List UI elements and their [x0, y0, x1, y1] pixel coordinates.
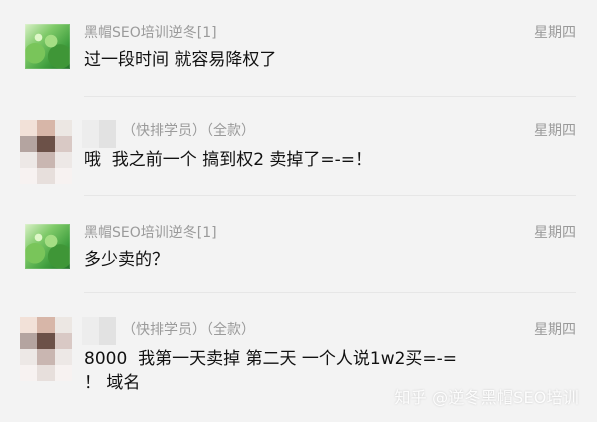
obscured-username[interactable] — [82, 317, 116, 345]
message-time: 星期四 — [534, 322, 576, 338]
message-text: 哦 我之前一个 搞到权2 卖掉了=-=！ — [84, 150, 373, 170]
pixelated-avatar[interactable] — [20, 120, 72, 184]
message-item: 黑帽SEO培训逆冬[1] 星期四 多少卖的？ — [0, 196, 597, 293]
watermark-text: 知乎 @逆冬黑帽SEO培训 — [394, 388, 579, 407]
sender-name[interactable]: 黑帽SEO培训逆冬[1] — [84, 224, 217, 242]
message-text: 多少卖的？ — [84, 250, 169, 270]
message-text: 过一段时间 就容易降权了 — [84, 50, 277, 70]
message-time: 星期四 — [534, 123, 576, 139]
sender-name[interactable]: （快排学员）（全款） — [122, 122, 255, 140]
chat-conversation: 黑帽SEO培训逆冬[1] 星期四 过一段时间 就容易降权了 （快排学员）（全款）… — [0, 0, 597, 422]
message-divider — [84, 96, 576, 97]
message-item: 黑帽SEO培训逆冬[1] 星期四 过一段时间 就容易降权了 — [0, 0, 597, 98]
message-item: （快排学员）（全款） 星期四 哦 我之前一个 搞到权2 卖掉了=-=！ — [0, 98, 597, 196]
message-time: 星期四 — [534, 25, 576, 41]
green-landscape-avatar[interactable] — [25, 224, 70, 269]
obscured-username[interactable] — [82, 120, 116, 148]
message-text-line-2: ！ 域名 — [84, 373, 141, 393]
sender-name[interactable]: （快排学员）（全款） — [122, 321, 255, 339]
sender-name[interactable]: 黑帽SEO培训逆冬[1] — [84, 24, 217, 42]
green-landscape-avatar[interactable] — [25, 24, 70, 69]
pixelated-avatar[interactable] — [20, 317, 72, 381]
message-time: 星期四 — [534, 225, 576, 241]
message-text-line-1: 8000 我第一天卖掉 第二天 一个人说1w2买=-= — [84, 349, 458, 369]
